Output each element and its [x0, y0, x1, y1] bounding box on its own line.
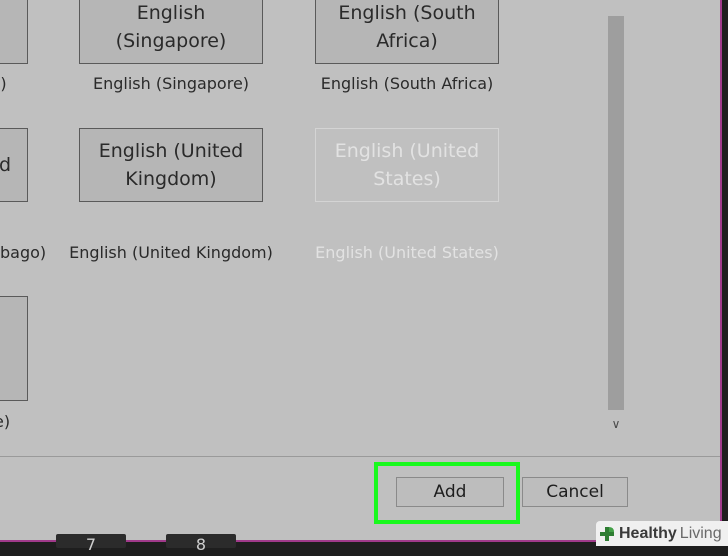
language-caption-united-kingdom: English (United Kingdom) — [69, 243, 273, 262]
add-button[interactable]: Add — [396, 477, 504, 507]
language-caption-partial: e) — [0, 412, 11, 431]
healthy-living-watermark: Healthy Living — [596, 521, 728, 546]
language-list: s) English (Singapore) English (Singapor… — [0, 0, 628, 440]
language-caption-united-states: English (United States) — [315, 243, 499, 262]
language-tile-singapore[interactable]: English (Singapore) — [79, 0, 263, 64]
language-tile-united-kingdom[interactable]: English (United Kingdom) — [79, 128, 263, 202]
cancel-button[interactable]: Cancel — [522, 477, 628, 507]
language-tile-partial-label: d — [0, 154, 11, 176]
scrollbar-thumb[interactable] — [608, 16, 624, 410]
language-tile-south-africa[interactable]: English (South Africa) — [315, 0, 499, 64]
language-tile-united-states: English (United States) — [315, 128, 499, 202]
plus-leaf-icon — [600, 526, 614, 541]
language-caption-partial: bago) — [0, 243, 47, 262]
scroll-down-icon[interactable]: ∨ — [610, 416, 622, 432]
language-tile-partial[interactable]: d — [0, 128, 28, 202]
watermark-text-healthy: Healthy — [619, 524, 677, 542]
vertical-scrollbar[interactable]: ∨ — [604, 0, 628, 440]
language-caption-partial: s) — [0, 74, 7, 93]
footer-divider — [0, 456, 720, 457]
language-picker-dialog: s) English (Singapore) English (Singapor… — [0, 0, 722, 542]
language-tile-partial[interactable] — [0, 0, 28, 64]
language-caption-singapore: English (Singapore) — [92, 74, 250, 93]
watermark-text-living: Living — [679, 524, 722, 542]
keyboard-background: 7 8 — [0, 528, 600, 554]
language-tile-partial[interactable] — [0, 296, 28, 401]
language-caption-south-africa: English (South Africa) — [320, 74, 494, 93]
